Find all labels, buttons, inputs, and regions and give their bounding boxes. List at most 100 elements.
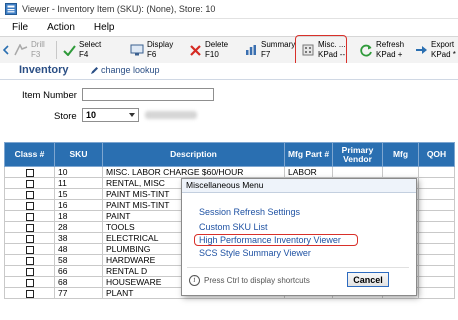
cell-sku: 10 [54,166,103,178]
col-header-primary-vendor[interactable]: Primary Vendor [332,142,383,167]
refresh-label: Refresh [376,40,405,49]
window-title: Viewer - Inventory Item (SKU): (None), S… [22,4,216,14]
summary-shortcut: F7 [261,50,271,59]
cell-mfg-part: LABOR [284,166,333,178]
menu-action[interactable]: Action [35,22,82,33]
custom-sku-list-link[interactable]: Custom SKU List [199,222,268,232]
title-bar: Viewer - Inventory Item (SKU): (None), S… [0,0,458,19]
item-number-input[interactable] [82,88,214,101]
cell-sku: 38 [54,232,103,244]
scs-style-summary-viewer-link[interactable]: SCS Style Summary Viewer [199,248,311,258]
export-shortcut: KPad * [431,50,456,59]
row-checkbox[interactable] [25,212,34,221]
display-label: Display [147,40,174,49]
row-checkbox[interactable] [25,289,34,298]
row-checkbox[interactable] [25,201,34,210]
info-icon: i [189,275,200,286]
col-header-class[interactable]: Class # [4,142,55,167]
col-header-mfg-part[interactable]: Mfg Part # [284,142,333,167]
change-lookup-label: change lookup [101,65,160,75]
cell-qoh [418,265,455,277]
delete-x-icon [188,43,202,57]
cell-sku: 66 [54,265,103,277]
cell-sku: 58 [54,254,103,266]
cell-qoh [418,287,455,299]
display-shortcut: F6 [147,50,157,59]
summary-button[interactable]: Summary F7 [244,39,295,61]
display-button[interactable]: Display F6 [130,39,173,61]
chevron-down-icon [129,113,135,117]
cell-class [4,188,55,200]
menu-bar: File Action Help [0,19,458,35]
row-checkbox[interactable] [25,190,34,199]
col-header-mfg[interactable]: Mfg [382,142,419,167]
row-checkbox[interactable] [25,179,34,188]
col-header-sku[interactable]: SKU [54,142,103,167]
cell-primary-vendor [332,166,383,178]
cell-qoh [418,243,455,255]
row-checkbox[interactable] [25,245,34,254]
dialog-title: Miscellaneous Menu [182,179,416,193]
app-icon [5,3,17,15]
cell-class [4,243,55,255]
col-header-description[interactable]: Description [102,142,285,167]
change-lookup-link[interactable]: change lookup [90,65,160,75]
row-checkbox[interactable] [25,234,34,243]
row-checkbox[interactable] [25,267,34,276]
refresh-shortcut: KPad + [376,50,403,59]
drill-icon [14,43,28,57]
store-name-redacted [145,111,197,119]
toolbar: Drill F3 Select F4 Display F6 Delete F10 Sum… [0,36,458,64]
export-button[interactable]: Export KPad * [414,39,456,61]
export-label: Export [431,40,455,49]
cell-mfg [382,166,419,178]
row-checkbox[interactable] [25,256,34,265]
cell-class [4,276,55,288]
cell-qoh [418,232,455,244]
menu-help[interactable]: Help [82,22,122,33]
display-icon [130,43,144,57]
cell-class [4,166,55,178]
select-button[interactable]: Select F4 [62,39,101,61]
delete-button[interactable]: Delete F10 [188,39,228,61]
cell-sku: 28 [54,221,103,233]
row-checkbox[interactable] [25,168,34,177]
refresh-button[interactable]: Refresh KPad + [359,39,404,61]
section-title: Inventory [19,64,69,76]
row-checkbox[interactable] [25,223,34,232]
store-select[interactable]: 10 [82,108,139,122]
cell-description: MISC. LABOR CHARGE $60/HOUR [102,166,285,178]
refresh-icon [359,43,373,57]
cell-class [4,210,55,222]
store-label: Store [54,111,77,122]
shortcut-hint-text: Press Ctrl to display shortcuts [204,276,310,285]
shortcut-hint: i Press Ctrl to display shortcuts [189,275,310,286]
row-checkbox[interactable] [25,278,34,287]
cell-qoh [418,177,455,189]
select-shortcut: F4 [79,50,89,59]
section-divider [0,79,458,80]
export-icon [414,43,428,57]
cancel-button[interactable]: Cancel [347,272,389,287]
drill-shortcut: F3 [31,50,41,59]
cell-qoh [418,166,455,178]
session-refresh-settings-link[interactable]: Session Refresh Settings [199,207,300,217]
table-row[interactable]: 10 MISC. LABOR CHARGE $60/HOUR LABOR [4,166,455,178]
cell-class [4,199,55,211]
delete-label: Delete [205,40,229,49]
cell-class [4,177,55,189]
toolbar-scroll-left-icon[interactable] [3,45,9,55]
dialog-divider [187,267,409,268]
menu-file[interactable]: File [0,22,35,33]
item-number-label: Item Number [22,90,77,101]
cell-class [4,287,55,299]
col-header-qoh[interactable]: QOH [418,142,455,167]
drill-label: Drill [31,40,45,49]
section-bar: Inventory change lookup [0,63,458,79]
drill-button[interactable]: Drill F3 [14,39,45,61]
cell-qoh [418,199,455,211]
cell-sku: 48 [54,243,103,255]
misc-menu-dialog: Miscellaneous Menu Session Refresh Setti… [181,178,417,296]
cell-class [4,221,55,233]
cell-sku: 11 [54,177,103,189]
